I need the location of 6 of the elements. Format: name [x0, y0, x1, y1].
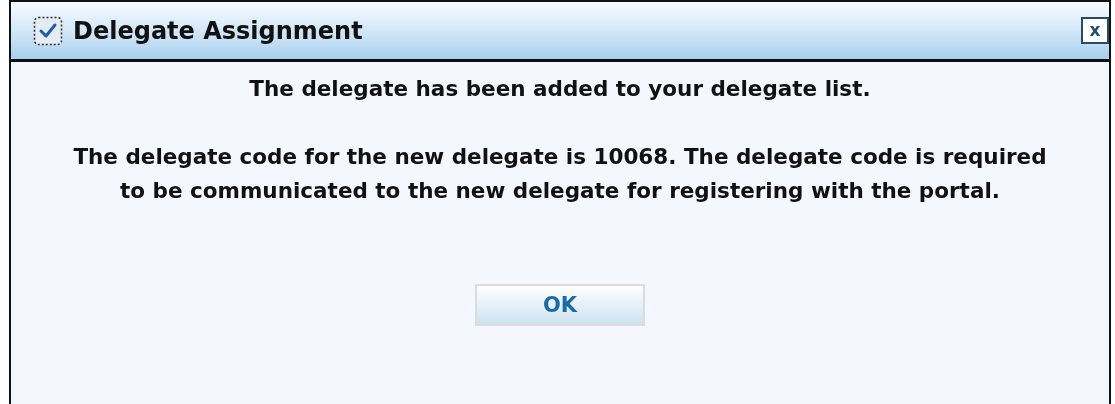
- message-text: The delegate code for the new delegate is 10068. The delegate code is required to be communicated to the new delegate for registering with the portal.: [72, 143, 1048, 205]
- window-title: Delegate Assignment: [73, 16, 364, 45]
- message-text: The delegate has been added to your delegate list.: [249, 75, 871, 103]
- close-button[interactable]: x: [1081, 17, 1109, 44]
- checkbox-icon: [33, 15, 63, 46]
- ok-button[interactable]: OK: [475, 284, 645, 326]
